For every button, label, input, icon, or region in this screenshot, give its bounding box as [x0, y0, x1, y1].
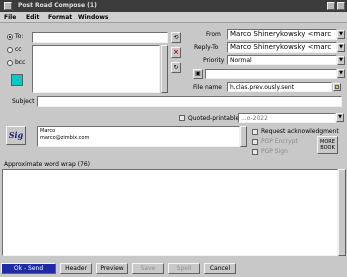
- from-dropdown-icon[interactable]: ▼: [337, 30, 345, 39]
- attachment-dropdown-icon[interactable]: ▼: [337, 69, 345, 78]
- menu-windows[interactable]: Windows: [78, 14, 108, 21]
- to-label: To:: [15, 33, 24, 40]
- header-button[interactable]: Header: [60, 263, 92, 274]
- signature-scrollbar[interactable]: [240, 126, 247, 147]
- title-bar[interactable]: Post Road Compose (1): [0, 0, 347, 12]
- close-icon[interactable]: [337, 2, 345, 10]
- replyto-label: Reply-To: [194, 44, 219, 51]
- folder-icon: [335, 85, 339, 89]
- filename-browse-icon[interactable]: [333, 83, 341, 91]
- quoted-printable-checkbox[interactable]: [179, 115, 185, 121]
- to-radio[interactable]: [7, 34, 13, 40]
- cc-radio[interactable]: [7, 47, 13, 53]
- charset-select[interactable]: ...o-2022: [238, 113, 336, 123]
- pgp-encrypt-checkbox[interactable]: [252, 139, 258, 145]
- priority-label: Priority: [203, 57, 225, 64]
- send-button[interactable]: Ok - Send: [1, 263, 56, 274]
- filename-label: File name: [193, 84, 222, 91]
- signature-icon[interactable]: Sig: [6, 126, 26, 145]
- body-scrollbar[interactable]: [338, 169, 346, 256]
- compose-window: Post Road Compose (1) File Edit Format W…: [0, 0, 347, 277]
- bcc-label: bcc: [15, 59, 26, 66]
- message-body[interactable]: [2, 169, 338, 256]
- window-title: Post Road Compose (1): [18, 2, 97, 9]
- signature-box[interactable]: Marco marco@zimbix.com: [37, 126, 240, 147]
- save-button[interactable]: Save: [132, 263, 164, 274]
- attachment-select[interactable]: [205, 69, 337, 79]
- pgp-sign-checkbox[interactable]: [252, 149, 258, 155]
- from-label: From: [206, 31, 221, 38]
- cancel-button[interactable]: Cancel: [204, 263, 236, 274]
- delete-recipient-icon[interactable]: ×: [171, 47, 181, 58]
- add-recipient-icon[interactable]: ⟲: [171, 32, 181, 43]
- menu-file[interactable]: File: [4, 14, 16, 21]
- swap-recipient-icon[interactable]: ↻: [171, 62, 181, 73]
- charset-dropdown-icon[interactable]: ▼: [336, 113, 344, 122]
- pgp-sign-label: PGP Sign: [261, 148, 288, 155]
- minimize-icon[interactable]: [327, 2, 335, 10]
- filename-field[interactable]: h.clas.prev.ously.sent: [227, 82, 332, 92]
- request-ack-label: Request acknowledgment: [261, 128, 339, 135]
- subject-input[interactable]: [37, 96, 342, 107]
- menu-bar: File Edit Format Windows: [0, 12, 347, 23]
- word-wrap-label: Approximate word wrap (76): [4, 161, 90, 168]
- bcc-radio[interactable]: [7, 60, 13, 66]
- preview-button[interactable]: Preview: [96, 263, 128, 274]
- signature-line-2: marco@zimbix.com: [40, 135, 90, 141]
- attach-icon[interactable]: ▣: [193, 69, 203, 79]
- spell-button[interactable]: Spell: [168, 263, 200, 274]
- menu-edit[interactable]: Edit: [26, 14, 39, 21]
- to-input[interactable]: [32, 32, 168, 43]
- subject-label: Subject: [12, 98, 35, 105]
- priority-dropdown-icon[interactable]: ▼: [337, 56, 345, 65]
- signature-line-1: Marco: [40, 128, 56, 134]
- more-book-button[interactable]: MORE BOOK: [317, 136, 338, 154]
- pgp-encrypt-label: PGP Encrypt: [261, 138, 298, 145]
- priority-select[interactable]: Normal: [227, 55, 337, 65]
- from-field[interactable]: Marco Shinerykowsky <marc: [227, 29, 337, 40]
- recipient-list[interactable]: [32, 45, 160, 93]
- menu-format[interactable]: Format: [48, 14, 72, 21]
- request-ack-checkbox[interactable]: [252, 129, 258, 135]
- quoted-printable-label: Quoted-printable: [188, 115, 240, 122]
- address-book-icon[interactable]: [11, 74, 23, 86]
- replyto-field[interactable]: Marco Shinerykowsky <marc: [227, 42, 337, 53]
- cc-label: cc: [15, 46, 22, 53]
- book-label: BOOK: [320, 145, 335, 151]
- window-menu-icon[interactable]: [4, 2, 12, 10]
- recipient-list-scrollbar[interactable]: [161, 45, 168, 93]
- replyto-dropdown-icon[interactable]: ▼: [337, 43, 345, 52]
